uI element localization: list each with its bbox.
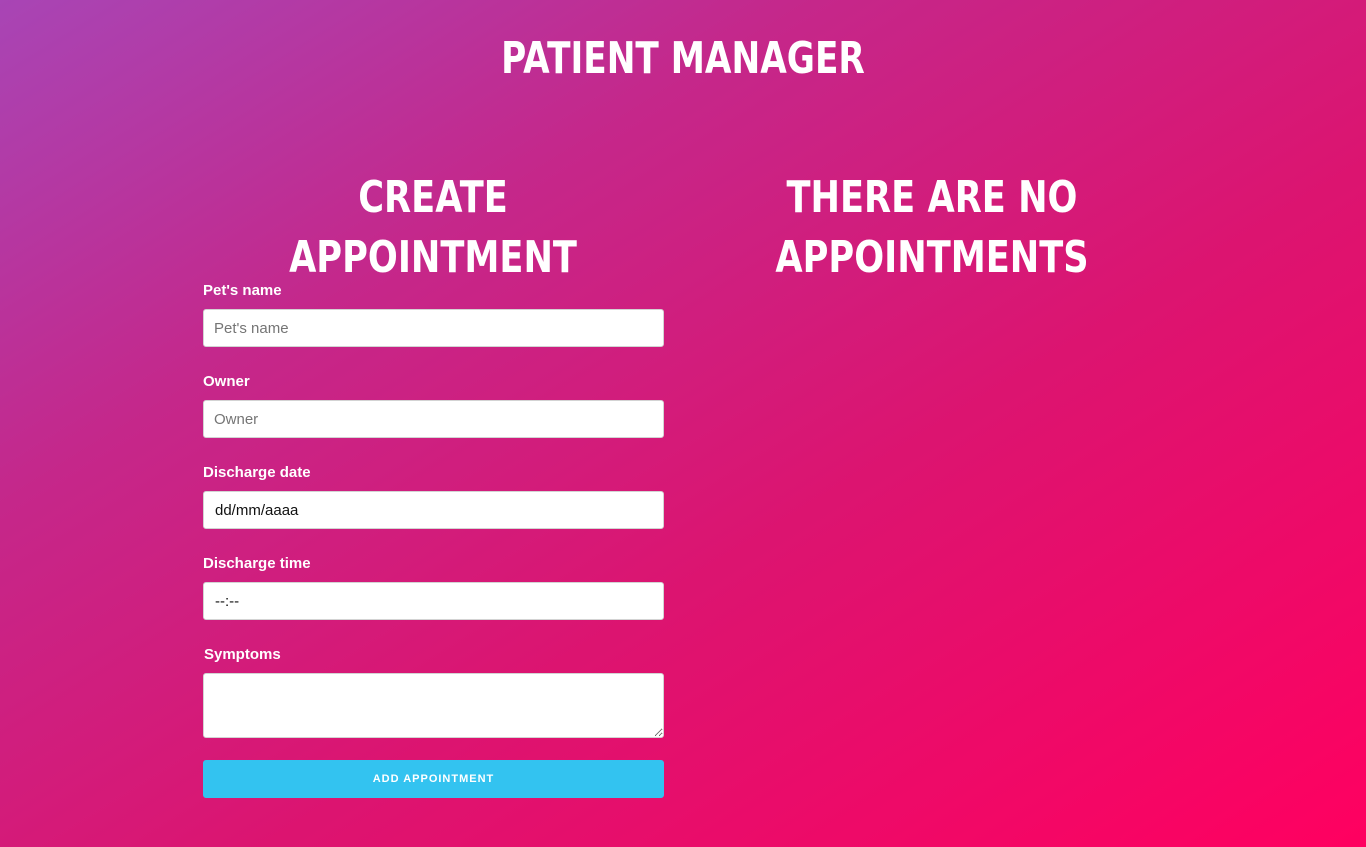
create-appointment-title: CREATE APPOINTMENT [289, 172, 577, 283]
discharge-date-value: dd/mm/aaaa [215, 501, 299, 519]
page-title: PATIENT MANAGER [501, 33, 865, 84]
discharge-date-label: Discharge date [203, 464, 311, 481]
owner-label: Owner [203, 373, 250, 390]
discharge-time-value: --:-- [215, 592, 240, 610]
discharge-date-input[interactable]: dd/mm/aaaa [203, 491, 664, 529]
discharge-time-label: Discharge time [203, 555, 311, 572]
add-appointment-button[interactable]: ADD APPOINTMENT [203, 760, 664, 798]
appointment-form: Pet's name Owner Discharge date dd/mm/aa… [203, 282, 664, 798]
pet-name-label: Pet's name [203, 282, 282, 299]
symptoms-label: Symptoms [204, 646, 281, 663]
symptoms-textarea[interactable] [203, 673, 664, 738]
pet-name-input[interactable] [203, 309, 664, 347]
discharge-time-input[interactable]: --:-- [203, 582, 664, 620]
no-appointments-title: THERE ARE NO APPOINTMENTS [775, 172, 1089, 283]
owner-input[interactable] [203, 400, 664, 438]
